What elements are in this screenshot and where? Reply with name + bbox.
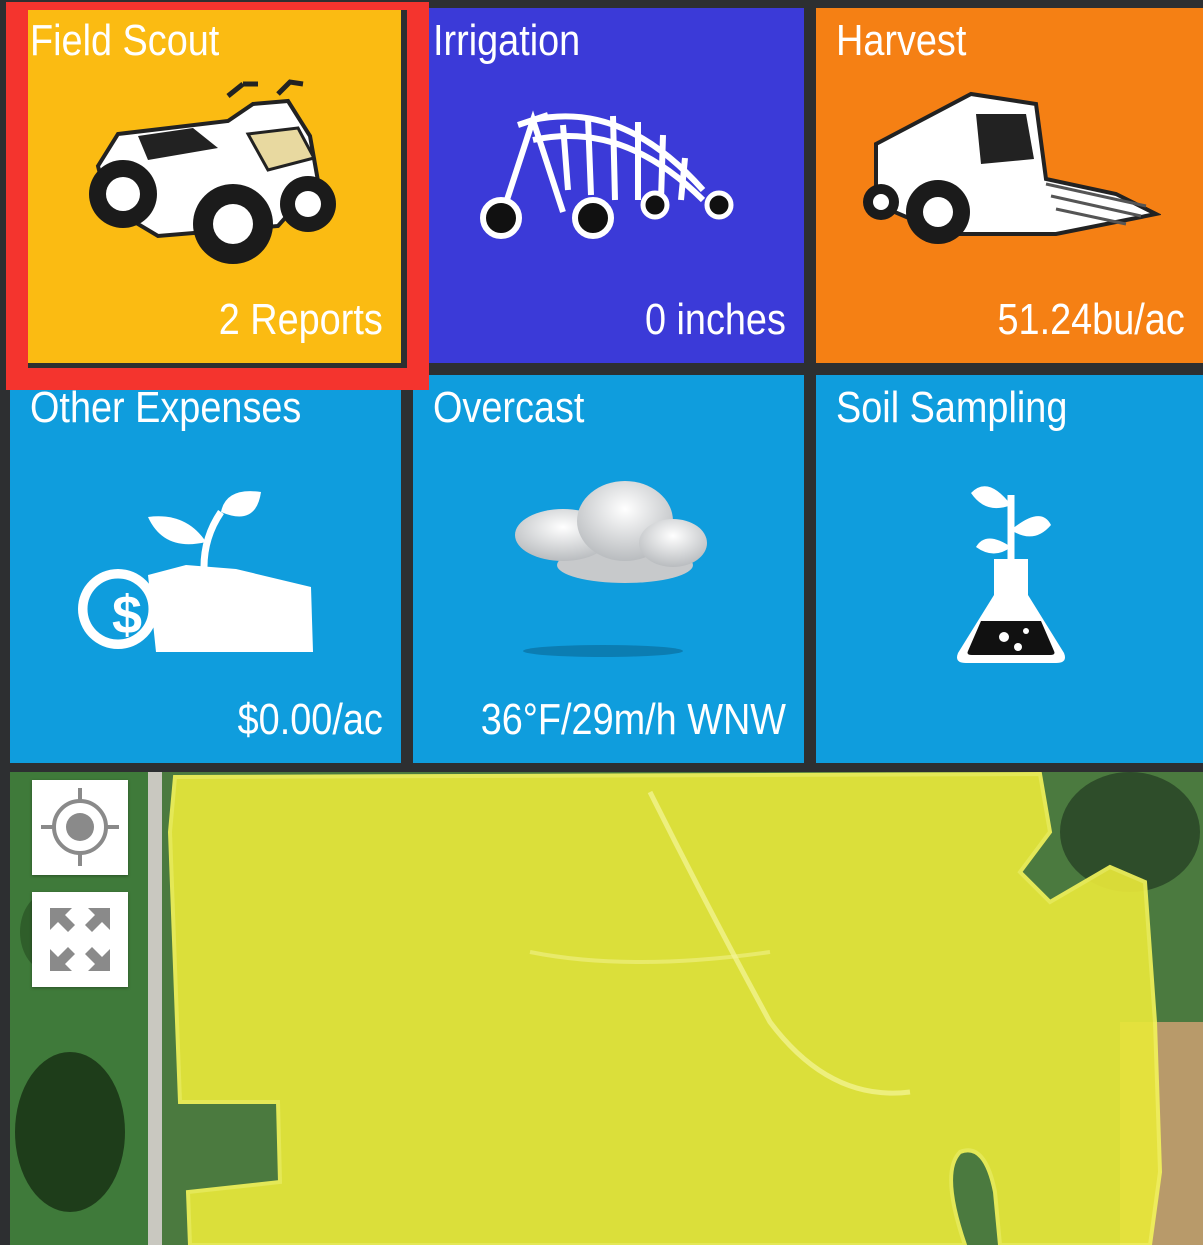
- tile-field-scout[interactable]: Field Scout 2 Reports: [10, 8, 401, 363]
- satellite-map: [10, 772, 1203, 1245]
- dollar-icon: $: [111, 585, 143, 645]
- tile-title: Soil Sampling: [836, 383, 1068, 432]
- combine-harvester-icon: [863, 91, 1161, 244]
- tile-irrigation[interactable]: Irrigation 0 inches: [413, 8, 804, 363]
- tile-title: Field Scout: [30, 16, 220, 65]
- tile-value: 51.24bu/ac: [997, 295, 1185, 344]
- cloud-icon: [515, 481, 707, 657]
- center-pivot-icon: [480, 110, 734, 239]
- tile-title: Other Expenses: [30, 383, 302, 432]
- tile-value: 2 Reports: [218, 295, 383, 344]
- tile-soil-sampling[interactable]: Soil Sampling: [816, 375, 1203, 763]
- locate-button[interactable]: [32, 780, 128, 875]
- flask-sprout-icon: [957, 486, 1065, 663]
- tile-value: $0.00/ac: [237, 695, 383, 744]
- tile-value: 0 inches: [645, 295, 786, 344]
- crosshair-icon: [41, 788, 119, 866]
- expand-arrows-icon: [50, 908, 110, 971]
- tile-weather-overcast[interactable]: Overcast 36°F/29m/h WNW: [413, 375, 804, 763]
- tile-harvest[interactable]: Harvest 51.24bu/ac: [816, 8, 1203, 363]
- atv-icon: [89, 79, 336, 264]
- tile-other-expenses[interactable]: Other Expenses $ $0.00/ac: [10, 375, 401, 763]
- field-map[interactable]: [10, 772, 1203, 1245]
- tile-title: Overcast: [433, 383, 585, 432]
- tile-value: 36°F/29m/h WNW: [480, 695, 786, 744]
- tile-title: Harvest: [836, 16, 967, 65]
- tile-title: Irrigation: [433, 16, 581, 65]
- fullscreen-button[interactable]: [32, 892, 128, 987]
